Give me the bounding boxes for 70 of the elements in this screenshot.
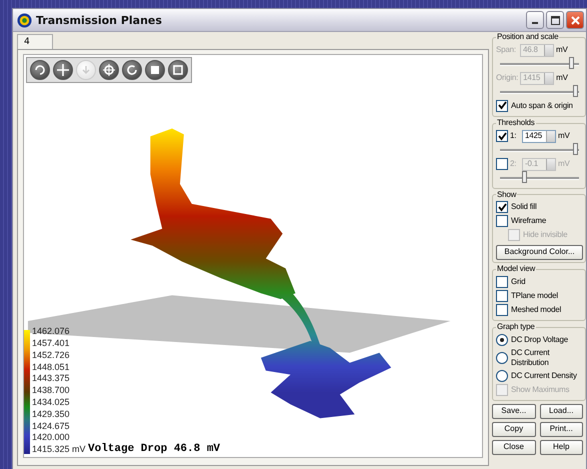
- unit-label: mV: [558, 160, 570, 168]
- checkbox[interactable]: [496, 201, 508, 214]
- dialog-button[interactable]: Copy: [492, 422, 536, 437]
- plot-caption: Voltage Drop 46.8 mV: [88, 443, 220, 455]
- maximize-icon: [550, 16, 560, 24]
- radio-label: DC Current Density: [511, 370, 577, 381]
- move-icon[interactable]: [53, 60, 73, 80]
- fit-icon[interactable]: [168, 60, 188, 80]
- radio-label: DC Drop Voltage: [511, 334, 568, 345]
- field-label: 2:: [510, 160, 518, 168]
- close-icon: [570, 16, 580, 24]
- scale-label: 1457.401: [32, 338, 71, 350]
- checkbox-label: Show Maximums: [511, 384, 570, 395]
- window-title: Transmission Planes: [36, 14, 163, 26]
- tab[interactable]: 4: [17, 34, 53, 49]
- scale-label: 1452.726: [32, 350, 71, 362]
- scale-label: 1448.051: [32, 362, 71, 374]
- spin-field[interactable]: 1425: [522, 130, 556, 143]
- checkbox-label: Auto span & origin: [511, 100, 573, 111]
- field-label: Origin:: [496, 74, 518, 83]
- dialog-button[interactable]: Load...: [540, 404, 583, 419]
- checkbox-label: Wireframe: [511, 216, 546, 226]
- minimize-icon: [532, 22, 538, 24]
- scale-label: 1462.076: [32, 326, 71, 338]
- scale-label: 1434.025: [32, 397, 71, 409]
- radio-button[interactable]: [496, 334, 508, 346]
- dialog-button[interactable]: Close: [492, 440, 536, 455]
- radio-button[interactable]: [496, 370, 508, 382]
- radio-button[interactable]: [496, 352, 508, 364]
- checkbox[interactable]: [496, 100, 508, 112]
- group-title: Show: [496, 190, 518, 200]
- checkbox[interactable]: [496, 304, 508, 316]
- minimize-button[interactable]: [526, 11, 544, 29]
- group-title: Thresholds: [496, 118, 536, 128]
- checkbox-label: Hide invisible: [523, 230, 568, 240]
- dialog-button[interactable]: Print...: [540, 422, 583, 437]
- maximize-button[interactable]: [546, 11, 564, 29]
- zoom-icon[interactable]: [99, 60, 119, 80]
- unit-label: mV: [558, 132, 570, 140]
- dialog-button[interactable]: Save...: [492, 404, 536, 419]
- group-title: Position and scale: [496, 33, 560, 42]
- checkbox[interactable]: [496, 130, 508, 142]
- checkbox[interactable]: [496, 276, 508, 288]
- unit-label: mV: [556, 46, 568, 55]
- scale-label: 1424.675: [32, 420, 71, 432]
- stop-icon[interactable]: [145, 60, 165, 80]
- target-icon: [17, 12, 32, 28]
- reset-icon[interactable]: [122, 60, 142, 80]
- scale-label: 1429.350: [32, 408, 71, 421]
- dialog-button[interactable]: Help: [540, 440, 583, 455]
- background-color-button[interactable]: Background Color...: [496, 245, 583, 260]
- scale-label: 1443.375: [32, 373, 71, 386]
- checkbox[interactable]: [496, 290, 508, 302]
- scale-label: 1438.700: [32, 385, 71, 398]
- checkbox-label: Solid fill: [511, 202, 537, 212]
- group-title: Model view: [496, 265, 536, 274]
- scale-label: 1415.325 mV: [32, 444, 86, 456]
- field-label: Span:: [496, 46, 517, 55]
- slider-thumb[interactable]: [572, 142, 578, 155]
- checkbox-label: TPlane model: [511, 291, 558, 302]
- group-title: Graph type: [496, 323, 536, 332]
- scale-label: 1420.000: [32, 432, 71, 444]
- close-button[interactable]: [566, 11, 584, 29]
- field-label: 1:: [510, 132, 518, 140]
- checkbox-label: Grid: [511, 277, 526, 288]
- checkbox[interactable]: [496, 215, 508, 228]
- radio-label: DC Current Distribution: [511, 348, 550, 368]
- checkbox-label: Meshed model: [511, 305, 562, 316]
- rotate-icon[interactable]: [30, 60, 50, 80]
- unit-label: mV: [556, 74, 568, 83]
